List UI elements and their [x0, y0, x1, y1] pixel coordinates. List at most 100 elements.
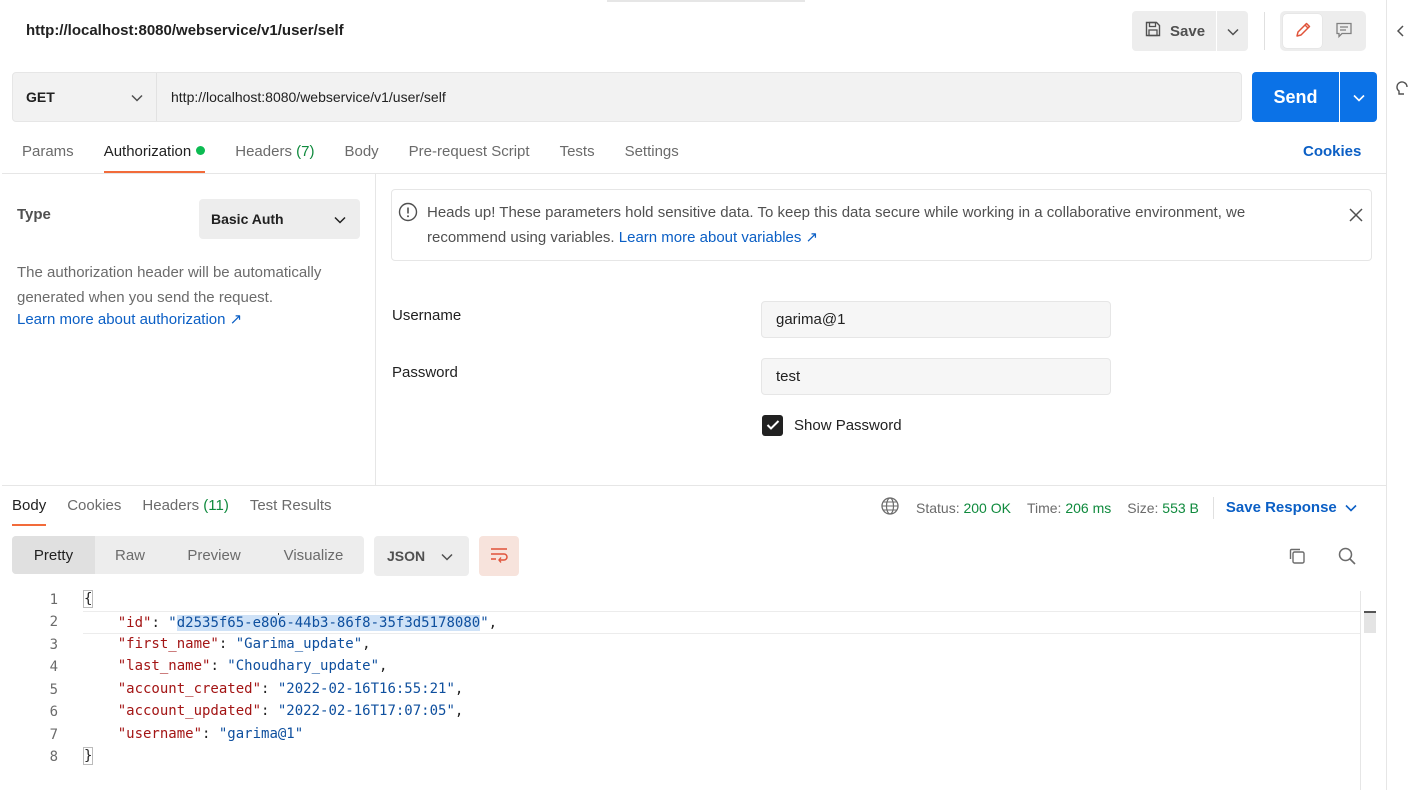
response-tabs: Body Cookies Headers (11) Test Results [12, 495, 353, 526]
code-line: "account_updated": "2022-02-16T17:07:05"… [117, 703, 464, 719]
line-number: 3 [49, 637, 58, 653]
size-value[interactable]: 553 B [1162, 500, 1199, 516]
code-line: "username": "garima@1" [117, 726, 304, 742]
tab-authorization[interactable]: Authorization [103, 140, 206, 173]
comments-mode-button[interactable] [1324, 14, 1363, 48]
code-line: "first_name": "Garima_update", [117, 636, 371, 652]
tab-headers[interactable]: Headers (7) [235, 140, 314, 173]
show-password-checkbox[interactable] [762, 415, 783, 436]
wrap-lines-icon [489, 546, 509, 567]
response-tab-test-results[interactable]: Test Results [250, 495, 332, 526]
view-pretty[interactable]: Pretty [12, 536, 95, 574]
password-label: Password [392, 364, 458, 381]
chevron-down-icon [1345, 499, 1357, 516]
notice-text: Heads up! These parameters hold sensitiv… [427, 204, 1246, 246]
view-raw[interactable]: Raw [95, 536, 165, 574]
status-label: Status: [916, 499, 960, 516]
request-bar: GET http://localhost:8080/webservice/v1/… [12, 72, 1242, 122]
line-number: 7 [49, 727, 58, 743]
auth-type-value: Basic Auth [211, 211, 284, 227]
learn-more-variables-link[interactable]: Learn more about variables ↗ [619, 229, 818, 246]
comment-icon [1335, 21, 1353, 42]
response-tab-cookies[interactable]: Cookies [67, 495, 121, 526]
right-sidebar [1386, 0, 1416, 790]
response-meta: Status: 200 OK Time: 206 ms Size: 553 B … [880, 496, 1357, 519]
search-icon[interactable] [1337, 546, 1357, 569]
save-response-button[interactable]: Save Response [1226, 499, 1357, 516]
password-input[interactable]: test [761, 358, 1111, 395]
line-number: 8 [49, 749, 58, 765]
wrap-lines-button[interactable] [479, 536, 519, 576]
toolbar-divider [1264, 12, 1265, 50]
selected-text: d2535f65-e80 [176, 615, 278, 631]
line-number: 5 [49, 682, 58, 698]
edit-mode-button[interactable] [1283, 14, 1322, 48]
username-input[interactable]: garima@1 [761, 301, 1111, 338]
top-divider [607, 0, 805, 2]
format-value: JSON [387, 548, 426, 564]
line-number: 2 [49, 614, 58, 630]
tab-prerequest-script[interactable]: Pre-request Script [409, 140, 530, 173]
status-value[interactable]: 200 OK [963, 500, 1010, 516]
chevron-down-icon [1226, 23, 1239, 39]
cookies-link[interactable]: Cookies [1303, 143, 1361, 160]
code-icon[interactable] [1395, 23, 1409, 42]
send-options-button[interactable] [1340, 72, 1377, 122]
code-line: "id": "d2535f65-e806-44b3-86f8-35f3d5178… [117, 613, 498, 631]
headers-count: (7) [296, 143, 315, 160]
response-format-select[interactable]: JSON [374, 536, 469, 576]
view-visualize[interactable]: Visualize [263, 536, 364, 574]
chevron-down-icon [131, 89, 143, 105]
chevron-down-icon [334, 211, 346, 227]
auth-type-select[interactable]: Basic Auth [199, 199, 360, 239]
response-body-editor[interactable]: 1 2 3 4 5 6 7 8 { "id": "d2535f65-e806-4… [0, 588, 1380, 790]
line-number: 4 [49, 659, 58, 675]
size-label: Size: [1127, 499, 1159, 516]
code-line: "last_name": "Choudhary_update", [117, 658, 388, 674]
chevron-down-icon [441, 548, 453, 564]
response-tab-headers[interactable]: Headers (11) [142, 495, 228, 526]
info-icon [398, 202, 418, 225]
response-headers-count: (11) [203, 497, 229, 514]
username-label: Username [392, 307, 462, 324]
close-icon[interactable] [1347, 206, 1365, 227]
view-mode-toggle [1280, 11, 1366, 51]
tab-params[interactable]: Params [22, 140, 74, 173]
tab-body[interactable]: Body [344, 140, 378, 173]
chevron-down-icon [1352, 89, 1365, 105]
active-indicator-dot [196, 146, 206, 155]
learn-more-authorization-link[interactable]: Learn more about authorization ↗ [17, 310, 242, 328]
scrollbar-thumb[interactable] [1364, 611, 1376, 633]
time-value[interactable]: 206 ms [1065, 500, 1111, 516]
tab-tests[interactable]: Tests [560, 140, 595, 173]
view-preview[interactable]: Preview [165, 536, 263, 574]
line-number: 1 [49, 592, 58, 608]
panel-divider [2, 485, 1386, 486]
code-line: } [82, 747, 94, 765]
save-button[interactable]: Save [1132, 11, 1216, 51]
code-line: "account_created": "2022-02-16T16:55:21"… [117, 681, 464, 697]
meta-divider [1212, 496, 1214, 519]
auth-description: The authorization header will be automat… [17, 264, 322, 306]
send-button[interactable]: Send [1252, 72, 1339, 122]
lightbulb-icon[interactable] [1395, 80, 1409, 103]
method-label: GET [26, 89, 55, 105]
tab-settings[interactable]: Settings [625, 140, 679, 173]
globe-icon[interactable] [880, 496, 900, 519]
method-select[interactable]: GET [13, 73, 157, 121]
code-line: { [82, 590, 94, 608]
request-title[interactable]: http://localhost:8080/webservice/v1/user… [26, 22, 344, 39]
show-password-label: Show Password [794, 417, 902, 434]
save-icon [1144, 20, 1162, 42]
pencil-icon [1294, 21, 1312, 42]
checkmark-icon [766, 418, 780, 434]
response-tab-body[interactable]: Body [12, 495, 47, 526]
save-label: Save [1170, 22, 1206, 40]
time-label: Time: [1026, 499, 1062, 516]
request-tabs: Params Authorization Headers (7) Body Pr… [22, 140, 709, 173]
url-input[interactable]: http://localhost:8080/webservice/v1/user… [157, 73, 1241, 121]
auth-type-label: Type [17, 206, 51, 223]
line-number: 6 [49, 704, 58, 720]
copy-icon[interactable] [1287, 546, 1307, 569]
save-options-button[interactable] [1217, 11, 1248, 51]
